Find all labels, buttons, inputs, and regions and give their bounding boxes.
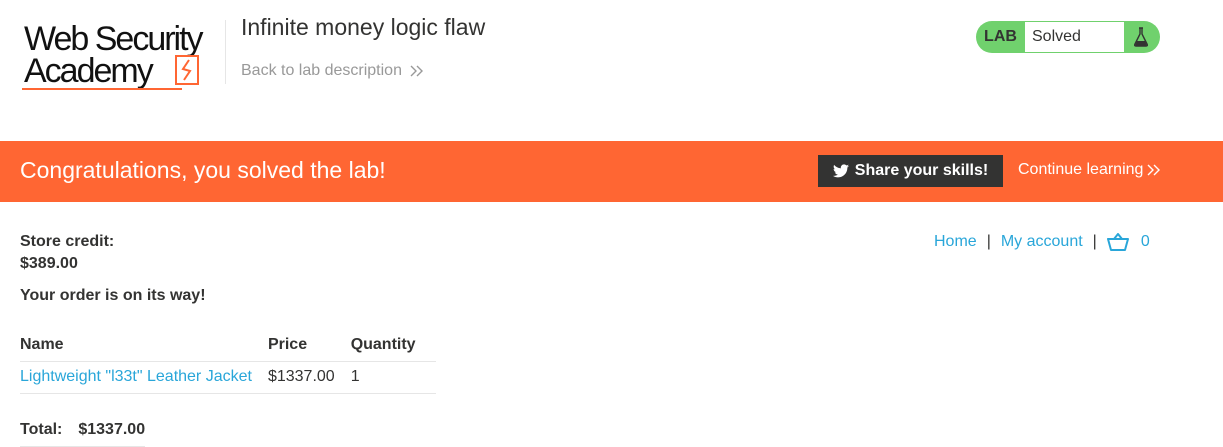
column-header-price: Price (267, 335, 308, 353)
total-label: Total: (20, 421, 63, 438)
nav-separator: | (986, 233, 991, 250)
order-total: Total: $1337.00 (20, 421, 145, 439)
top-navigation: Home | My account | 0 (934, 233, 1150, 251)
header: Web Security Academy Infinite money logi… (0, 0, 1223, 141)
solved-banner: Congratulations, you solved the lab! Sha… (0, 141, 1223, 202)
product-price-cell: $1337.00 (267, 360, 351, 394)
product-link[interactable]: Lightweight "l33t" Leather Jacket (20, 368, 252, 385)
product-quantity-cell: 1 (350, 360, 436, 394)
nav-my-account-link[interactable]: My account (1001, 233, 1083, 251)
back-to-lab-description-link[interactable]: Back to lab description (241, 62, 424, 80)
share-skills-button[interactable]: Share your skills! (818, 155, 1003, 187)
continue-learning-label: Continue learning (1018, 161, 1144, 178)
share-skills-label: Share your skills! (854, 162, 989, 179)
flask-icon (1124, 27, 1158, 47)
continue-learning-link[interactable]: Continue learning (1018, 161, 1161, 179)
chevron-double-right-icon (1147, 164, 1161, 176)
product-name-cell: Lightweight "l33t" Leather Jacket (20, 360, 268, 394)
store-credit-label: Store credit: (20, 233, 115, 250)
logo-underline (22, 88, 182, 90)
congratulations-message: Congratulations, you solved the lab! (20, 157, 386, 183)
order-status-message: Your order is on its way! (20, 287, 206, 304)
lab-badge: LAB (984, 28, 1017, 45)
order-table-header: Name Price Quantity (20, 333, 436, 361)
nav-separator: | (1092, 233, 1097, 250)
cart-icon (1106, 233, 1129, 251)
back-link-label: Back to lab description (241, 62, 402, 79)
store-credit-value: $389.00 (20, 255, 78, 272)
cart-link[interactable]: 0 (1106, 233, 1150, 251)
cart-count: 0 (1140, 233, 1150, 250)
logo-text-line1: Web Security (24, 20, 204, 58)
academy-logo[interactable]: Web Security Academy (20, 18, 225, 94)
column-header-quantity: Quantity (350, 335, 416, 353)
total-value: $1337.00 (78, 421, 146, 438)
table-row: Lightweight "l33t" Leather Jacket $1337.… (20, 360, 436, 394)
logo-lightning-icon (175, 55, 199, 85)
nav-home-link[interactable]: Home (934, 233, 977, 251)
lab-title: Infinite money logic flaw (241, 14, 486, 40)
lab-status-text: Solved (1025, 22, 1124, 52)
logo-text-line2: Academy (24, 52, 154, 90)
order-table: Name Price Quantity Lightweight "l33t" L… (20, 333, 436, 394)
twitter-icon (832, 164, 849, 178)
header-divider (225, 20, 226, 84)
lab-status-widget: LAB Solved (976, 21, 1160, 53)
chevron-double-right-icon (410, 65, 423, 77)
column-header-name: Name (20, 335, 64, 353)
